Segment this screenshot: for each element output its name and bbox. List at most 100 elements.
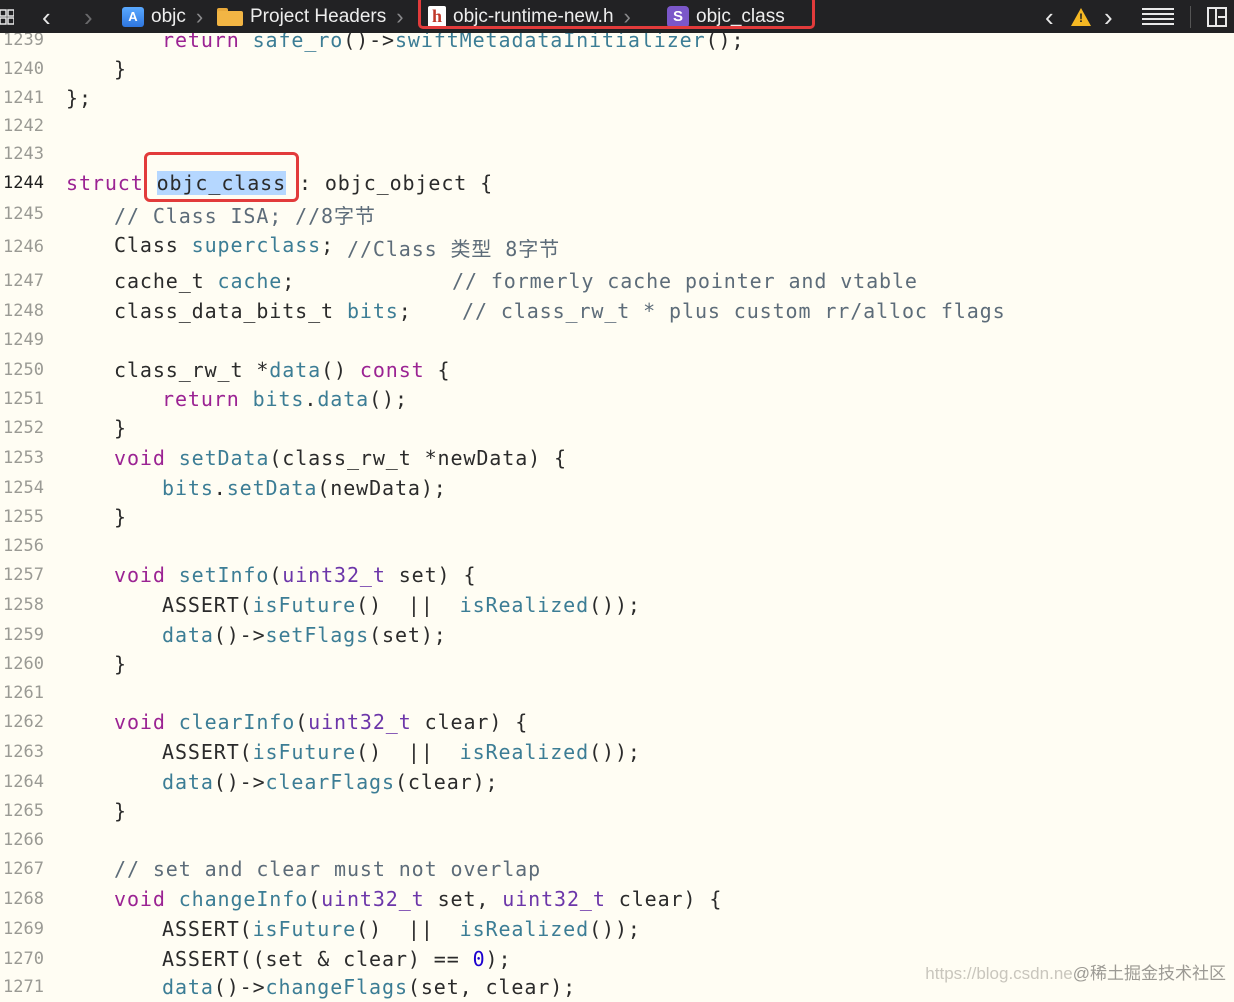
code-line: 1249 xyxy=(0,325,1234,355)
code-line: 1251 return bits. data (); xyxy=(0,384,1234,414)
line-number: 1266 xyxy=(3,830,44,850)
code-line: 1246 Class superclass; //Class 类型 8字节 xyxy=(0,232,1234,262)
code-line: 1253 void setData (class_rw_t *newData) { xyxy=(0,443,1234,473)
line-number: 1240 xyxy=(3,59,44,79)
line-number: 1257 xyxy=(3,565,44,585)
code-line: 1257 void setInfo(uint32_t set) { xyxy=(0,560,1234,590)
line-number: 1259 xyxy=(3,625,44,645)
related-items-grid-icon[interactable] xyxy=(0,0,14,33)
line-number: 1239 xyxy=(3,30,44,50)
next-issue-chevron-icon[interactable]: › xyxy=(1104,0,1113,33)
code-line: 1265 } xyxy=(0,796,1234,826)
breadcrumb-label: objc_class xyxy=(696,5,785,27)
code-line: 1258 ASSERT(isFuture() || isRealized ()); xyxy=(0,590,1234,620)
code-comment: // Class ISA; //8字节 xyxy=(114,203,376,228)
breadcrumb-label: objc-runtime-new.h xyxy=(453,5,614,27)
code-line: 1266 xyxy=(0,825,1234,855)
code-line: 1247 cache_t cache; // formerly cache po… xyxy=(0,266,1234,296)
line-number: 1265 xyxy=(3,801,44,821)
code-line: 1264 data ()-> clearFlags (clear); xyxy=(0,767,1234,797)
line-number: 1261 xyxy=(3,683,44,703)
line-number: 1252 xyxy=(3,418,44,438)
line-number: 1249 xyxy=(3,330,44,350)
warning-icon[interactable] xyxy=(1071,0,1091,33)
folder-icon xyxy=(217,7,243,26)
code-line: 1245 // Class ISA; //8字节 xyxy=(0,199,1234,229)
watermark: https://blog.csdn.ne@稀土掘金技术社区 xyxy=(925,959,1226,984)
keyword-struct: struct xyxy=(66,171,144,195)
line-number: 1270 xyxy=(3,949,44,969)
code-line: 1269 ASSERT(isFuture() || isRealized ()); xyxy=(0,914,1234,944)
code-comment: // formerly cache pointer and vtable xyxy=(452,269,918,293)
line-number: 1246 xyxy=(3,237,44,257)
struct-icon: S xyxy=(667,5,689,28)
breadcrumb-project[interactable]: A objc › xyxy=(122,0,203,33)
type-token: Class xyxy=(114,232,179,257)
jump-bar: ‹ › A objc › Project Headers › h objc-ru… xyxy=(0,0,1234,33)
breadcrumb-separator-icon: › xyxy=(623,3,631,29)
line-number: 1251 xyxy=(3,389,44,409)
code-line: 1250 class_rw_t * data() const { xyxy=(0,355,1234,385)
code-line: 1248 class_data_bits_t bits; // class_rw… xyxy=(0,296,1234,326)
code-line: 1267 // set and clear must not overlap xyxy=(0,854,1234,884)
line-number: 1254 xyxy=(3,478,44,498)
code-line-current: 1244 struct objc_class : objc_object { xyxy=(0,168,1234,198)
line-number: 1268 xyxy=(3,889,44,909)
line-number: 1264 xyxy=(3,772,44,792)
header-file-icon: h xyxy=(428,5,446,28)
code-line: 1263 ASSERT(isFuture() || isRealized ()); xyxy=(0,737,1234,767)
watermark-url: https://blog.csdn.ne xyxy=(925,964,1073,983)
code-text: } xyxy=(114,57,127,81)
line-number: 1244 xyxy=(3,173,44,193)
line-number: 1260 xyxy=(3,654,44,674)
code-line: 1252 } xyxy=(0,413,1234,443)
code-line: 1262 void clearInfo(uint32_t clear) { xyxy=(0,707,1234,737)
selected-symbol[interactable]: objc_class xyxy=(156,171,287,195)
watermark-site: @稀土掘金技术社区 xyxy=(1072,964,1226,983)
toolbar-divider xyxy=(1190,0,1191,33)
document-items-icon[interactable] xyxy=(1142,0,1174,33)
code-editor[interactable]: 1239 return safe_ro ()-> swiftMetadataInit… xyxy=(0,0,1234,999)
line-number: 1247 xyxy=(3,271,44,291)
line-number: 1271 xyxy=(3,977,44,997)
line-number: 1253 xyxy=(3,448,44,468)
code-line: 1260 } xyxy=(0,649,1234,679)
line-number: 1242 xyxy=(3,116,44,136)
line-number: 1245 xyxy=(3,204,44,224)
breadcrumb-label: objc xyxy=(151,5,186,27)
line-number: 1250 xyxy=(3,360,44,380)
line-number: 1248 xyxy=(3,301,44,321)
add-editor-icon[interactable] xyxy=(1207,0,1227,33)
code-line: 1261 xyxy=(0,678,1234,708)
breadcrumb-separator-icon: › xyxy=(195,3,204,29)
code-line: 1259 data ()-> setFlags (set); xyxy=(0,620,1234,650)
code-line: 1268 void changeInfo(uint32_t set, uint3… xyxy=(0,884,1234,914)
code-text: : objc_object { xyxy=(298,171,494,195)
line-number: 1263 xyxy=(3,742,44,762)
breadcrumb-label: Project Headers xyxy=(250,5,387,27)
line-number: 1256 xyxy=(3,536,44,556)
code-line: 1256 xyxy=(0,531,1234,561)
line-number: 1243 xyxy=(3,144,44,164)
code-line: 1241 }; xyxy=(0,83,1234,113)
forward-chevron-icon[interactable]: › xyxy=(84,0,93,33)
code-comment: // class_rw_t * plus custom rr/alloc fla… xyxy=(462,299,1006,323)
line-number: 1258 xyxy=(3,595,44,615)
line-number: 1262 xyxy=(3,712,44,732)
previous-issue-chevron-icon[interactable]: ‹ xyxy=(1045,0,1054,33)
breadcrumb-group[interactable]: Project Headers › xyxy=(217,0,404,33)
code-line: 1242 xyxy=(0,111,1234,141)
code-line: 1255 } xyxy=(0,502,1234,532)
line-number: 1241 xyxy=(3,88,44,108)
breadcrumb-symbol[interactable]: S objc_class xyxy=(667,0,785,33)
breadcrumb-separator-icon: › xyxy=(396,3,404,29)
breadcrumb-file[interactable]: h objc-runtime-new.h › xyxy=(428,0,631,33)
back-chevron-icon[interactable]: ‹ xyxy=(42,0,51,33)
code-comment: // set and clear must not overlap xyxy=(114,857,542,881)
project-icon: A xyxy=(122,6,144,27)
code-comment: //Class 类型 8字节 xyxy=(347,236,561,261)
code-line: 1254 bits. setData (newData); xyxy=(0,473,1234,503)
line-number: 1269 xyxy=(3,919,44,939)
code-line: 1243 xyxy=(0,139,1234,169)
code-text: }; xyxy=(66,86,92,110)
